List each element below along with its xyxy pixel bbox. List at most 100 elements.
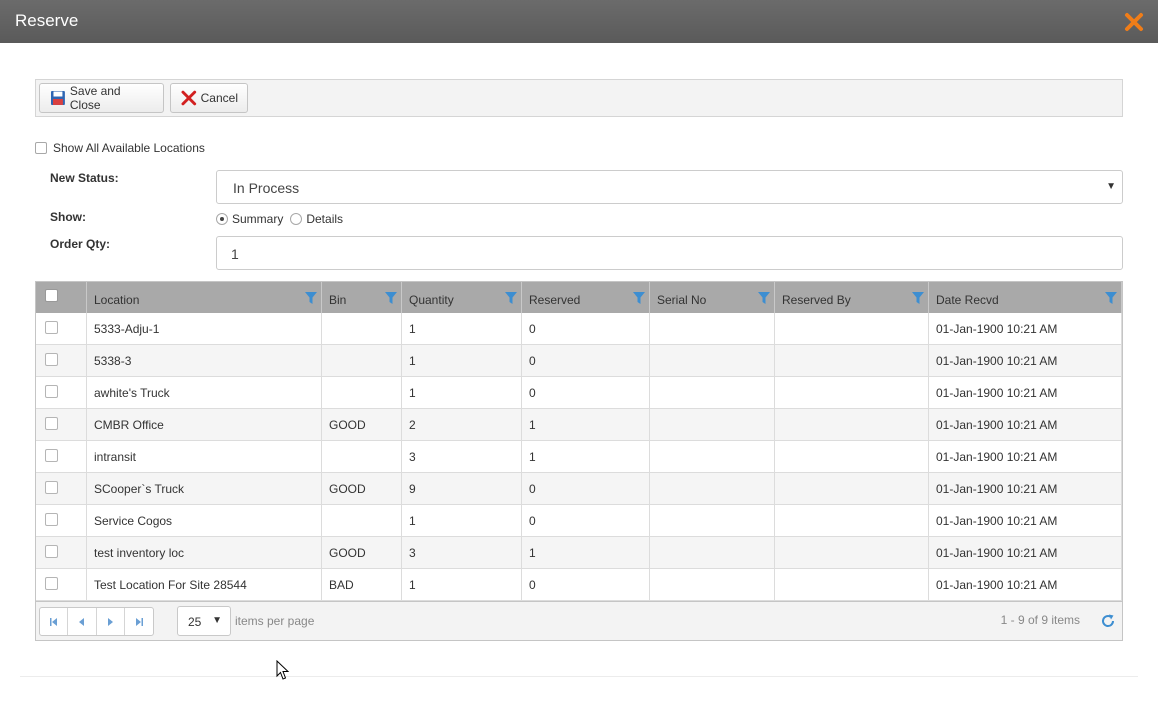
cell-bin: GOOD bbox=[322, 409, 402, 441]
cell-location: test inventory loc bbox=[87, 537, 322, 569]
cell-location: 5333-Adju-1 bbox=[87, 313, 322, 345]
cell-text: 0 bbox=[529, 514, 536, 528]
column-header-date-recvd[interactable]: Date Recvd bbox=[929, 282, 1122, 313]
filter-icon[interactable] bbox=[305, 292, 317, 304]
cell-date-recvd: 01-Jan-1900 10:21 AM bbox=[929, 473, 1122, 505]
filter-icon[interactable] bbox=[385, 292, 397, 304]
show-all-locations-checkbox[interactable] bbox=[35, 142, 47, 154]
cell-reserved-by bbox=[775, 537, 929, 569]
row-checkbox[interactable] bbox=[45, 449, 58, 462]
cell-serial-no bbox=[650, 537, 775, 569]
cell-quantity: 1 bbox=[402, 313, 522, 345]
table-row[interactable]: Test Location For Site 28544 BAD 1 0 01-Jan-… bbox=[36, 569, 1122, 601]
cell-location: intransit bbox=[87, 441, 322, 473]
details-radio-label: Details bbox=[306, 212, 344, 226]
refresh-icon[interactable] bbox=[1100, 613, 1116, 629]
cell-reserved: 1 bbox=[522, 409, 650, 441]
table-row[interactable]: SCooper`s Truck GOOD 9 0 01-Jan-1900 10:21 A… bbox=[36, 473, 1122, 505]
floppy-disk-icon bbox=[50, 91, 65, 105]
cell-location: CMBR Office bbox=[87, 409, 322, 441]
row-checkbox[interactable] bbox=[45, 353, 58, 366]
filter-icon[interactable] bbox=[1105, 292, 1117, 304]
row-checkbox[interactable] bbox=[45, 545, 58, 558]
summary-radio[interactable] bbox=[216, 213, 228, 225]
save-and-close-label: Save and Close bbox=[69, 84, 121, 112]
grid-header: Location Bin Quantity Reserved Serial No Rese… bbox=[36, 282, 1122, 313]
filter-icon[interactable] bbox=[505, 292, 517, 304]
cell-text: 01-Jan-1900 10:21 AM bbox=[936, 450, 1058, 464]
cell-quantity: 9 bbox=[402, 473, 522, 505]
row-select-cell bbox=[36, 569, 87, 601]
column-header-quantity[interactable]: Quantity bbox=[402, 282, 522, 313]
row-checkbox[interactable] bbox=[45, 385, 58, 398]
column-header-serial-no[interactable]: Serial No bbox=[650, 282, 775, 313]
cell-serial-no bbox=[650, 441, 775, 473]
summary-radio-label: Summary bbox=[232, 212, 284, 226]
first-page-button[interactable] bbox=[40, 608, 69, 635]
cell-date-recvd: 01-Jan-1900 10:21 AM bbox=[929, 345, 1122, 377]
cell-text: awhite's Truck bbox=[94, 386, 170, 400]
cell-text: 1 bbox=[529, 418, 536, 432]
cancel-x-icon bbox=[181, 90, 197, 106]
column-header-bin[interactable]: Bin bbox=[322, 282, 402, 313]
cell-text: 01-Jan-1900 10:21 AM bbox=[936, 418, 1058, 432]
cell-bin bbox=[322, 505, 402, 537]
table-row[interactable]: Service Cogos 1 0 01-Jan-1900 10:21 AM bbox=[36, 505, 1122, 537]
chevron-down-icon: ▼ bbox=[212, 615, 222, 626]
cell-text: 0 bbox=[529, 386, 536, 400]
close-icon[interactable] bbox=[1124, 12, 1144, 32]
row-checkbox[interactable] bbox=[45, 577, 58, 590]
cell-date-recvd: 01-Jan-1900 10:21 AM bbox=[929, 537, 1122, 569]
cell-text: Test Location For Site 28544 bbox=[94, 578, 247, 592]
cell-reserved-by bbox=[775, 345, 929, 377]
column-header-location[interactable]: Location bbox=[87, 282, 322, 313]
cell-text: 0 bbox=[529, 322, 536, 336]
show-all-locations[interactable]: Show All Available Locations bbox=[35, 141, 205, 155]
cell-text: SCooper`s Truck bbox=[94, 482, 185, 496]
table-row[interactable]: 5338-3 1 0 01-Jan-1900 10:21 AM bbox=[36, 345, 1122, 377]
cell-location: Service Cogos bbox=[87, 505, 322, 537]
details-radio[interactable] bbox=[290, 213, 303, 225]
show-radio-group: Summary Details bbox=[216, 212, 350, 226]
table-row[interactable]: intransit 3 1 01-Jan-1900 10:21 AM bbox=[36, 441, 1122, 473]
row-checkbox[interactable] bbox=[45, 513, 58, 526]
column-header-reserved[interactable]: Reserved bbox=[522, 282, 650, 313]
cell-reserved: 0 bbox=[522, 569, 650, 601]
column-header-label: Reserved bbox=[529, 293, 581, 307]
cell-text: 1 bbox=[409, 514, 416, 528]
page-size-select[interactable]: 25 ▼ bbox=[177, 606, 231, 636]
table-row[interactable]: test inventory loc GOOD 3 1 01-Jan-1900 10:2… bbox=[36, 537, 1122, 569]
new-status-select[interactable]: In Process ▼ bbox=[216, 170, 1123, 204]
cell-location: 5338-3 bbox=[87, 345, 322, 377]
cell-reserved: 0 bbox=[522, 345, 650, 377]
filter-icon[interactable] bbox=[758, 292, 770, 304]
filter-icon[interactable] bbox=[912, 292, 924, 304]
row-checkbox[interactable] bbox=[45, 321, 58, 334]
dialog-titlebar: Reserve bbox=[0, 0, 1158, 43]
cell-date-recvd: 01-Jan-1900 10:21 AM bbox=[929, 377, 1122, 409]
new-status-label: New Status: bbox=[50, 171, 119, 185]
last-page-button[interactable] bbox=[125, 608, 153, 635]
cancel-button[interactable]: Cancel bbox=[170, 83, 248, 113]
cell-date-recvd: 01-Jan-1900 10:21 AM bbox=[929, 505, 1122, 537]
next-page-button[interactable] bbox=[97, 608, 125, 635]
items-per-page-label: items per page bbox=[235, 614, 315, 628]
row-checkbox[interactable] bbox=[45, 417, 58, 430]
cell-serial-no bbox=[650, 409, 775, 441]
cell-date-recvd: 01-Jan-1900 10:21 AM bbox=[929, 441, 1122, 473]
select-all-checkbox[interactable] bbox=[45, 289, 58, 302]
row-checkbox[interactable] bbox=[45, 481, 58, 494]
previous-page-button[interactable] bbox=[68, 608, 97, 635]
filter-icon[interactable] bbox=[633, 292, 645, 304]
table-row[interactable]: 5333-Adju-1 1 0 01-Jan-1900 10:21 AM bbox=[36, 313, 1122, 345]
order-qty-input[interactable]: 1 bbox=[216, 236, 1123, 270]
table-row[interactable]: awhite's Truck 1 0 01-Jan-1900 10:21 AM bbox=[36, 377, 1122, 409]
table-row[interactable]: CMBR Office GOOD 2 1 01-Jan-1900 10:21 AM bbox=[36, 409, 1122, 441]
cell-reserved: 0 bbox=[522, 473, 650, 505]
row-select-cell bbox=[36, 409, 87, 441]
cell-bin: BAD bbox=[322, 569, 402, 601]
save-and-close-button[interactable]: Save and Close bbox=[39, 83, 164, 113]
cell-reserved: 0 bbox=[522, 377, 650, 409]
column-header-reserved-by[interactable]: Reserved By bbox=[775, 282, 929, 313]
order-qty-label: Order Qty: bbox=[50, 237, 111, 251]
